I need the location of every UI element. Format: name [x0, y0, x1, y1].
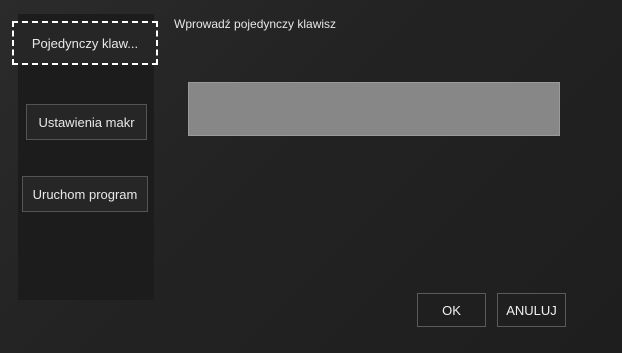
single-key-dialog: Pojedynczy klaw... Ustawienia makr Uruch…	[0, 0, 622, 353]
sidebar-item-single-key[interactable]: Pojedynczy klaw...	[12, 21, 158, 65]
sidebar-item-label: Uruchom program	[32, 186, 138, 202]
sidebar-item-label: Ustawienia makr	[38, 114, 135, 130]
section-title: Wprowadź pojedynczy klawisz	[174, 17, 337, 31]
sidebar-item-run-program[interactable]: Uruchom program	[22, 176, 148, 212]
cancel-button[interactable]: ANULUJ	[497, 293, 566, 327]
sidebar-item-macro-settings[interactable]: Ustawienia makr	[26, 104, 147, 140]
sidebar-item-label: Pojedynczy klaw...	[31, 35, 139, 51]
ok-button[interactable]: OK	[417, 293, 486, 327]
key-input-field[interactable]	[188, 82, 560, 136]
